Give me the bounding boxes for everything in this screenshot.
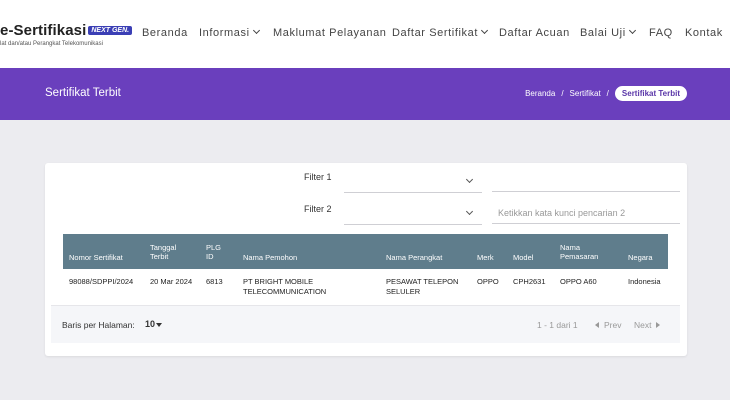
col-merk[interactable]: Merk: [477, 253, 494, 262]
nav-daftar-acuan[interactable]: Daftar Acuan: [499, 27, 570, 39]
nav-label: Kontak: [685, 27, 723, 39]
col-nama-pemasaran[interactable]: Nama Pemasaran: [560, 243, 598, 261]
col-model[interactable]: Model: [513, 253, 533, 262]
nav-label: Informasi: [199, 27, 250, 39]
col-nama-pemohon[interactable]: Nama Pemohon: [243, 253, 297, 262]
chevron-down-icon: [252, 26, 260, 35]
search-input-2[interactable]: [492, 202, 680, 224]
cell-plg-id: 6813: [206, 277, 223, 286]
next-label: Next: [634, 320, 652, 330]
cell-nama-pemasaran: OPPO A60: [560, 277, 597, 286]
prev-page-button[interactable]: Prev: [595, 320, 621, 330]
site-logo[interactable]: e-Sertifikasi NEXT GEN. lat dan/atau Pera…: [0, 22, 133, 47]
breadcrumb-separator: /: [561, 88, 564, 98]
chevron-left-icon: [595, 322, 599, 328]
cell-nomor-sertifikat: 98088/SDPPI/2024: [69, 277, 134, 286]
logo-badge: NEXT GEN.: [88, 26, 133, 35]
cell-nama-perangkat: PESAWAT TELEPON SELULER: [386, 277, 459, 296]
logo-title: e-Sertifikasi: [0, 22, 87, 39]
nav-informasi[interactable]: Informasi: [199, 26, 260, 39]
cell-model: CPH2631: [513, 277, 546, 286]
chevron-down-icon: [628, 26, 636, 35]
col-nomor-sertifikat[interactable]: Nomor Sertifikat: [69, 253, 123, 262]
nav-maklumat-pelayanan[interactable]: Maklumat Pelayanan: [273, 27, 387, 39]
chevron-right-icon: [656, 322, 661, 328]
pagination-bar: Baris per Halaman: 10 1 - 1 dari 1 Prev …: [51, 305, 680, 343]
filter1-underline: [344, 192, 482, 193]
filter2-label: Filter 2: [304, 204, 332, 214]
prev-label: Prev: [604, 320, 622, 330]
nav-daftar-sertifikat[interactable]: Daftar Sertifikat: [392, 26, 489, 39]
page-title: Sertifikat Terbit: [45, 87, 121, 99]
breadcrumb-separator: /: [606, 88, 609, 98]
nav-label: Balai Uji: [580, 27, 626, 39]
breadcrumb-sertifikat[interactable]: Sertifikat: [570, 89, 601, 98]
breadcrumb-beranda[interactable]: Beranda: [525, 89, 555, 98]
caret-down-icon[interactable]: [156, 323, 162, 327]
next-page-button[interactable]: Next: [634, 320, 661, 330]
breadcrumb: Beranda / Sertifikat / Sertifikat Terbit: [525, 85, 687, 101]
cell-merk: OPPO: [477, 277, 499, 286]
col-plg-id[interactable]: PLG ID: [206, 243, 221, 261]
col-tanggal-terbit[interactable]: Tanggal Terbit: [150, 243, 176, 261]
nav-faq[interactable]: FAQ: [649, 27, 673, 39]
logo-subtitle: lat dan/atau Perangkat Telekomunikasi: [0, 41, 103, 47]
cell-negara: Indonesia: [628, 277, 661, 286]
top-navbar: e-Sertifikasi NEXT GEN. lat dan/atau Pera…: [0, 0, 730, 68]
filter1-select[interactable]: [344, 168, 482, 192]
filter1-label: Filter 1: [304, 172, 332, 182]
nav-kontak[interactable]: Kontak: [685, 27, 723, 39]
nav-balai-uji[interactable]: Balai Uji: [580, 26, 636, 39]
nav-label: Beranda: [142, 27, 188, 39]
rows-per-page-label: Baris per Halaman:: [62, 320, 135, 330]
rows-per-page-select[interactable]: 10: [145, 319, 155, 329]
table-row[interactable]: [63, 270, 668, 305]
filter2-underline: [344, 224, 482, 225]
chevron-down-icon: [480, 26, 489, 35]
pagination-range: 1 - 1 dari 1: [537, 320, 578, 330]
col-negara[interactable]: Negara: [628, 253, 653, 262]
col-nama-perangkat[interactable]: Nama Perangkat: [386, 253, 442, 262]
filter2-select[interactable]: [344, 200, 482, 224]
nav-label: Daftar Acuan: [499, 27, 570, 39]
nav-label: FAQ: [649, 27, 673, 39]
breadcrumb-current: Sertifikat Terbit: [614, 85, 687, 101]
cell-nama-pemohon: PT BRIGHT MOBILE TELECOMMUNICATION: [243, 277, 327, 296]
nav-label: Daftar Sertifikat: [392, 27, 479, 39]
search-input-1[interactable]: [492, 170, 680, 192]
cell-tanggal-terbit: 20 Mar 2024: [150, 277, 193, 286]
nav-beranda[interactable]: Beranda: [142, 27, 188, 39]
nav-label: Maklumat Pelayanan: [273, 27, 387, 39]
page-title-band: Sertifikat Terbit Beranda / Sertifikat /…: [0, 68, 730, 120]
